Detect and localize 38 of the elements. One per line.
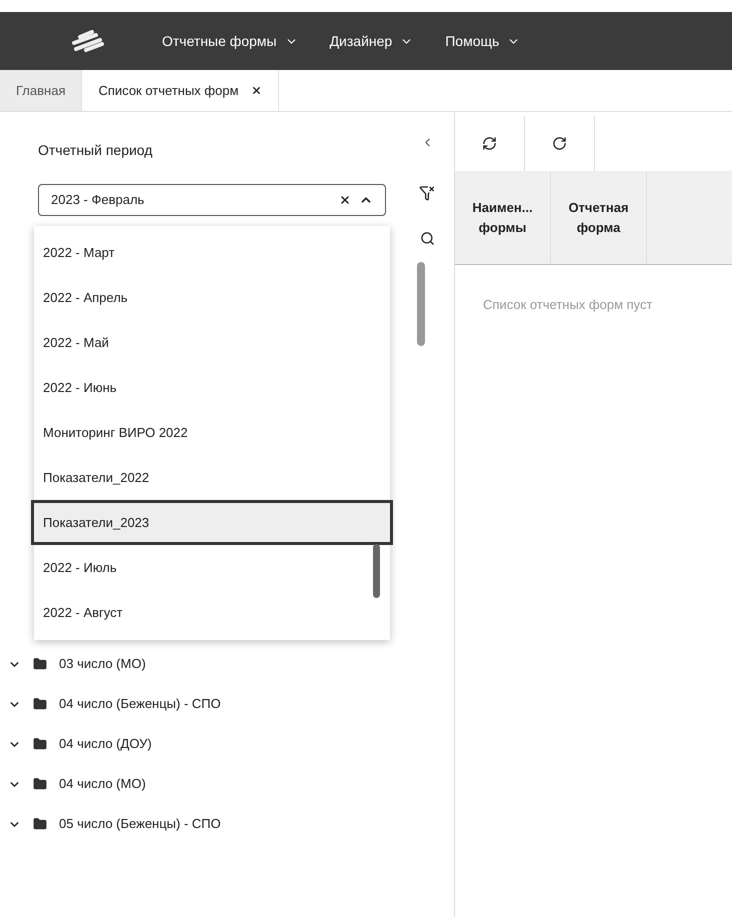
scrollbar-thumb[interactable] [417,262,425,346]
dropdown-option[interactable]: 2022 - Июль [34,545,390,590]
clear-filter-icon[interactable] [419,185,435,201]
tree-item[interactable]: 03 число (МО) [59,654,146,674]
dropdown-option[interactable]: 2022 - Март [34,230,390,275]
nav-menu[interactable]: Помощь [445,30,520,52]
dropdown-option[interactable]: 2022 - Август [34,590,390,635]
scrollbar-thumb[interactable] [373,544,380,598]
select-value: 2023 - Февраль [51,191,146,210]
folder-icon [33,737,47,751]
column-header[interactable]: Наимен... формы [455,171,551,264]
tree-item[interactable]: 04 число (ДОУ) [59,734,152,754]
nav-menu[interactable]: Отчетные формы [162,30,298,52]
column-header[interactable]: Отчетная форма [551,171,647,264]
empty-message: Список отчетных форм пуст [483,296,654,314]
refresh-icon [552,136,567,151]
search-icon[interactable] [420,231,434,246]
tree-item[interactable]: 04 число (Беженцы) - СПО [59,694,221,714]
logo-icon [70,29,106,53]
nav-menu[interactable]: Дизайнер [330,30,414,52]
folder-icon [33,777,47,791]
tab[interactable]: Главная [0,70,82,111]
tree-item[interactable]: 05 число (Беженцы) - СПО [59,814,221,834]
dropdown-option[interactable]: Показатели_2023 [31,500,393,545]
panel-title: Отчетный период [38,141,154,160]
dropdown-option[interactable]: Показатели_2022 [34,455,390,500]
tree-item[interactable]: 04 число (МО) [59,774,146,794]
clear-icon[interactable] [339,194,351,206]
close-icon[interactable] [250,85,262,96]
folder-icon [33,657,47,671]
folder-icon [33,697,47,711]
period-select[interactable]: 2023 - Февраль [38,184,386,216]
dropdown-option[interactable]: Мониторинг ВИРО 2022 [34,410,390,455]
dropdown-option[interactable]: 2022 - Май [34,320,390,365]
sync-icon [482,136,497,151]
dropdown-option[interactable]: 2022 - Июнь [34,365,390,410]
dropdown-option[interactable]: 2022 - Апрель [34,275,390,320]
folder-icon [33,817,47,831]
